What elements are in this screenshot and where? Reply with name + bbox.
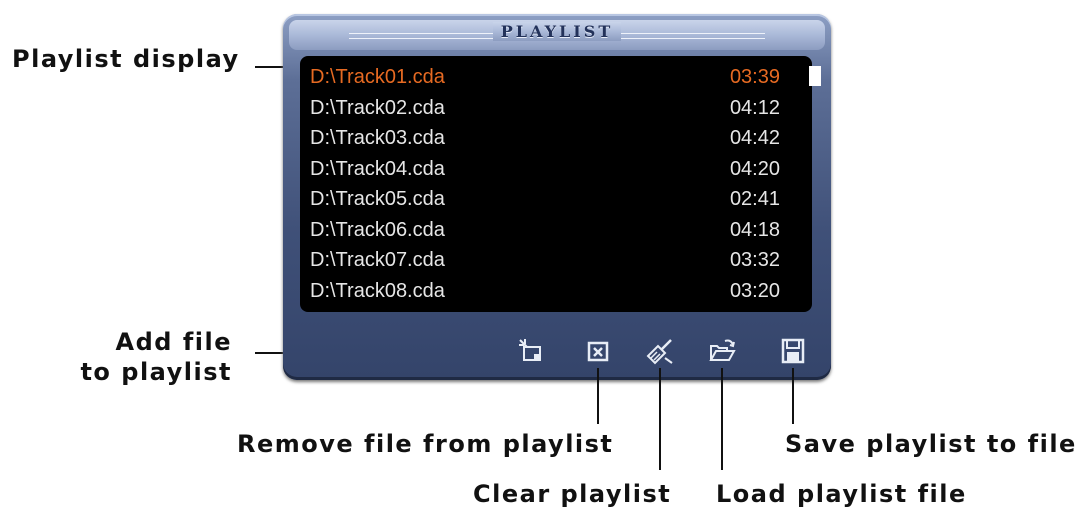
load-playlist-button[interactable] — [707, 336, 737, 366]
track-duration: 03:20 — [729, 279, 780, 302]
track-name: D:\Track05.cda — [310, 188, 445, 210]
track-duration: 02:41 — [729, 188, 780, 210]
track-duration: 04:12 — [729, 96, 780, 119]
callout-line-remove-file — [597, 368, 599, 424]
callout-line-clear-playlist — [659, 368, 661, 470]
open-folder-icon — [709, 339, 736, 361]
clear-broom-icon — [646, 339, 673, 365]
add-file-icon — [519, 339, 541, 361]
track-row[interactable]: D:\Track08.cda 03:20 — [310, 276, 780, 306]
track-duration: 04:42 — [729, 127, 780, 149]
track-row[interactable]: D:\Track05.cda 02:41 — [310, 184, 780, 214]
callout-add-file-line2: to playlist — [80, 358, 232, 386]
track-name: D:\Track01.cda — [310, 66, 445, 88]
track-duration: 04:20 — [729, 157, 780, 180]
track-row[interactable]: D:\Track03.cda 04:42 — [310, 123, 780, 153]
track-name: D:\Track06.cda — [310, 218, 445, 241]
panel-title: PLAYLIST — [289, 22, 825, 41]
callout-add-file-line1: Add file — [115, 328, 232, 356]
track-name: D:\Track08.cda — [310, 279, 445, 302]
track-duration: 03:32 — [729, 249, 780, 271]
track-row[interactable]: D:\Track06.cda 04:18 — [310, 215, 780, 245]
callout-load-playlist: Load playlist file — [716, 480, 967, 508]
track-row[interactable]: D:\Track04.cda 04:20 — [310, 154, 780, 184]
panel-titlebar: PLAYLIST — [289, 20, 825, 50]
callout-add-file: Add file to playlist — [80, 327, 232, 387]
track-row[interactable]: D:\Track01.cda 03:39 — [310, 62, 780, 92]
playlist-display[interactable]: D:\Track01.cda 03:39 D:\Track02.cda 04:12 D:… — [300, 56, 812, 312]
scrollbar-thumb[interactable] — [809, 66, 821, 86]
track-duration: 04:18 — [729, 218, 780, 241]
callout-clear-playlist: Clear playlist — [473, 480, 672, 508]
remove-file-icon — [587, 341, 609, 362]
callout-line-save-playlist — [792, 368, 794, 424]
track-row[interactable]: D:\Track07.cda 03:32 — [310, 245, 780, 275]
track-name: D:\Track07.cda — [310, 249, 445, 271]
callout-save-playlist: Save playlist to file — [785, 430, 1076, 458]
callout-playlist-display: Playlist display — [12, 45, 240, 73]
floppy-disk-icon — [781, 338, 805, 364]
callout-line-load-playlist — [721, 368, 723, 470]
track-name: D:\Track04.cda — [310, 157, 445, 180]
save-playlist-button[interactable] — [778, 336, 808, 366]
add-file-button[interactable] — [516, 336, 546, 366]
track-name: D:\Track02.cda — [310, 96, 445, 119]
remove-file-button[interactable] — [583, 336, 613, 366]
callout-remove-file: Remove file from playlist — [237, 430, 614, 458]
track-row[interactable]: D:\Track02.cda 04:12 — [310, 93, 780, 123]
track-name: D:\Track03.cda — [310, 127, 445, 149]
track-duration: 03:39 — [729, 66, 780, 88]
clear-playlist-button[interactable] — [645, 336, 675, 366]
